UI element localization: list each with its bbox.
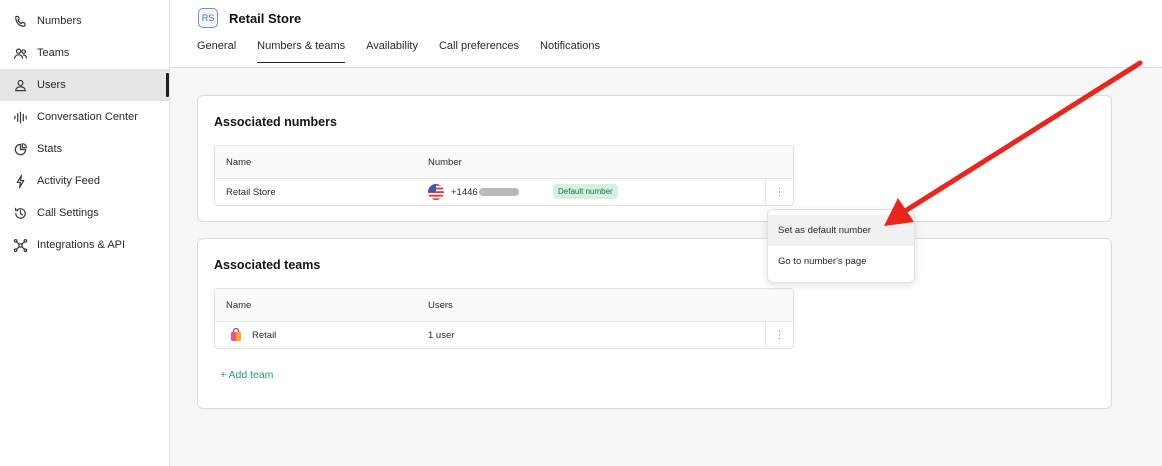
number-value: +1446 [428, 179, 519, 205]
table-header: Name Number [215, 146, 793, 179]
table-row[interactable]: Retail 1 user ⋮ [215, 322, 793, 348]
sidebar-item-label: Stats [37, 143, 63, 155]
sidebar-item-activity-feed[interactable]: Activity Feed [0, 165, 169, 197]
lightning-icon [12, 173, 29, 190]
network-icon [12, 237, 29, 254]
add-team-button[interactable]: + Add team [220, 369, 273, 381]
associated-teams-card: Associated teams Name Users Retail 1 use… [197, 238, 1112, 409]
history-icon [12, 205, 29, 222]
us-flag-icon [428, 184, 444, 200]
table-row[interactable]: Retail Store +1446 Default number ⋮ [215, 179, 793, 205]
redacted-number-blur [478, 188, 519, 196]
page-title: Retail Store [229, 11, 302, 26]
sidebar-item-teams[interactable]: Teams [0, 37, 169, 69]
page-header: RS Retail Store General Numbers & teams … [170, 0, 1162, 68]
column-header-number: Number [428, 156, 462, 168]
row-menu-button[interactable]: ⋮ [765, 322, 793, 348]
team-users: 1 user [428, 329, 455, 341]
column-header-users: Users [428, 299, 453, 311]
sidebar-item-label: Integrations & API [37, 239, 126, 251]
row-menu-button[interactable]: ⋮ [765, 179, 793, 205]
tab-general[interactable]: General [197, 40, 236, 63]
sidebar-item-stats[interactable]: Stats [0, 133, 169, 165]
sidebar-item-label: Teams [37, 47, 70, 59]
sidebar-item-label: Call Settings [37, 207, 99, 219]
sidebar-item-label: Users [37, 79, 66, 91]
tab-availability[interactable]: Availability [366, 40, 418, 63]
team-name: Retail [252, 329, 277, 341]
sidebar-item-call-settings[interactable]: Call Settings [0, 197, 169, 229]
sidebar-item-numbers[interactable]: Numbers [0, 5, 169, 37]
card-title: Associated teams [214, 258, 321, 272]
pie-chart-icon [12, 141, 29, 158]
sidebar-item-integrations[interactable]: Integrations & API [0, 229, 169, 261]
card-title: Associated numbers [214, 115, 337, 129]
column-header-name: Name [226, 156, 252, 168]
table-header: Name Users [215, 289, 793, 322]
numbers-table: Name Number Retail Store +1446 Default n… [214, 145, 794, 206]
associated-numbers-card: Associated numbers Name Number Retail St… [197, 95, 1112, 222]
shopping-bag-icon [229, 327, 243, 342]
tab-notifications[interactable]: Notifications [540, 40, 600, 63]
row-action-menu: Set as default number Go to number's pag… [767, 209, 915, 283]
sidebar-item-label: Numbers [37, 15, 82, 27]
tab-call-preferences[interactable]: Call preferences [439, 40, 519, 63]
menu-item-set-default[interactable]: Set as default number [768, 215, 914, 246]
user-icon [12, 77, 29, 94]
sidebar-item-label: Conversation Center [37, 111, 138, 123]
phone-icon [12, 13, 29, 30]
phone-number-text: +1446 [451, 186, 478, 198]
tab-bar: General Numbers & teams Availability Cal… [197, 40, 621, 63]
team-name-cell: Retail [229, 322, 276, 348]
sidebar: Numbers Teams Users Conversation Center … [0, 0, 170, 466]
sidebar-item-users[interactable]: Users [0, 69, 169, 101]
default-number-badge: Default number [553, 184, 618, 199]
sidebar-item-conversation-center[interactable]: Conversation Center [0, 101, 169, 133]
avatar: RS [198, 8, 218, 28]
teams-table: Name Users Retail 1 user ⋮ [214, 288, 794, 349]
tab-numbers-and-teams[interactable]: Numbers & teams [257, 40, 346, 63]
waveform-icon [12, 109, 29, 126]
sidebar-item-label: Activity Feed [37, 175, 100, 187]
column-header-name: Name [226, 299, 252, 311]
people-icon [12, 45, 29, 62]
number-name: Retail Store [226, 186, 276, 198]
menu-item-go-to-number[interactable]: Go to number's page [768, 246, 914, 277]
